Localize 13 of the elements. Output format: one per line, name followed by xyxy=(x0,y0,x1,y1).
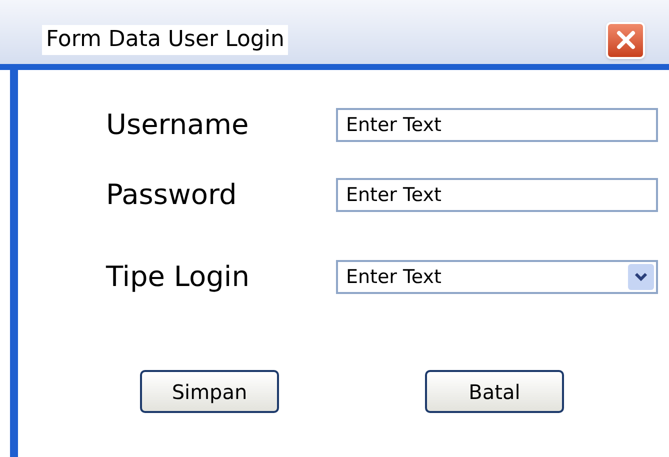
dropdown-field[interactable]: Enter Text xyxy=(336,260,658,294)
close-icon xyxy=(616,30,636,50)
form-button[interactable]: Batal xyxy=(425,370,564,413)
field-label: Tipe Login xyxy=(104,259,250,295)
field-label: Username xyxy=(105,107,250,143)
input-field[interactable]: Enter Text xyxy=(336,178,658,212)
form-button[interactable]: Simpan xyxy=(140,370,279,413)
field-label: Password xyxy=(105,177,238,213)
dropdown-button[interactable] xyxy=(628,264,654,290)
input-field[interactable]: Enter Text xyxy=(336,108,658,142)
chevron-down-icon xyxy=(634,272,648,282)
close-button[interactable] xyxy=(606,22,645,58)
window-title: Form Data User Login xyxy=(42,25,288,55)
